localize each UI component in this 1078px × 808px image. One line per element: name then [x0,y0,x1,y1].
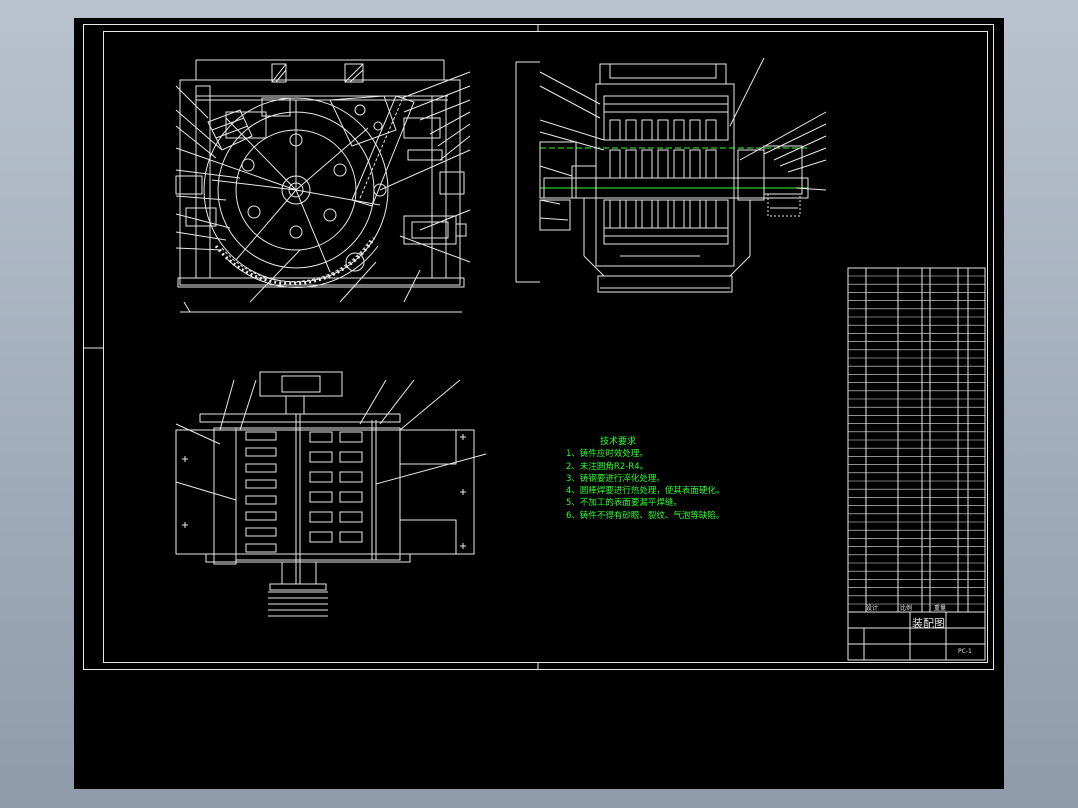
top-view [175,371,487,617]
side-section-view [515,57,827,293]
label-mass: 重量 [934,605,947,612]
parts-list-table [847,267,986,661]
tech-req-item: 6、铸件不得有砂眼、裂纹、气泡等缺陷。 [566,510,725,521]
drawing-number: PC-1 [958,648,972,655]
tech-req-item: 2、未注圆角R2-R4。 [566,461,649,472]
tech-req-title: 技术要求 [600,437,637,447]
technical-requirements: 技术要求 1、铸件应时效处理。 2、未注圆角R2-R4。 3、铸钢要进行淬化处理… [566,436,724,522]
tech-req-item: 5、不加工的表面要漏平焊缝。 [566,498,682,509]
parts-list-rows [848,275,985,605]
label-design: 设计 [866,605,879,612]
front-section-view [175,59,471,313]
tech-req-item: 1、铸件应时效处理。 [566,449,648,460]
assembly-drawing [83,24,986,670]
label-scale: 比例 [900,605,913,612]
tech-req-item: 4、圆棒焊要进行热处理，使其表面硬化。 [566,486,725,497]
drawing-title: 装配图 [912,617,945,630]
tech-req-item: 3、铸钢要进行淬化处理。 [566,473,665,484]
